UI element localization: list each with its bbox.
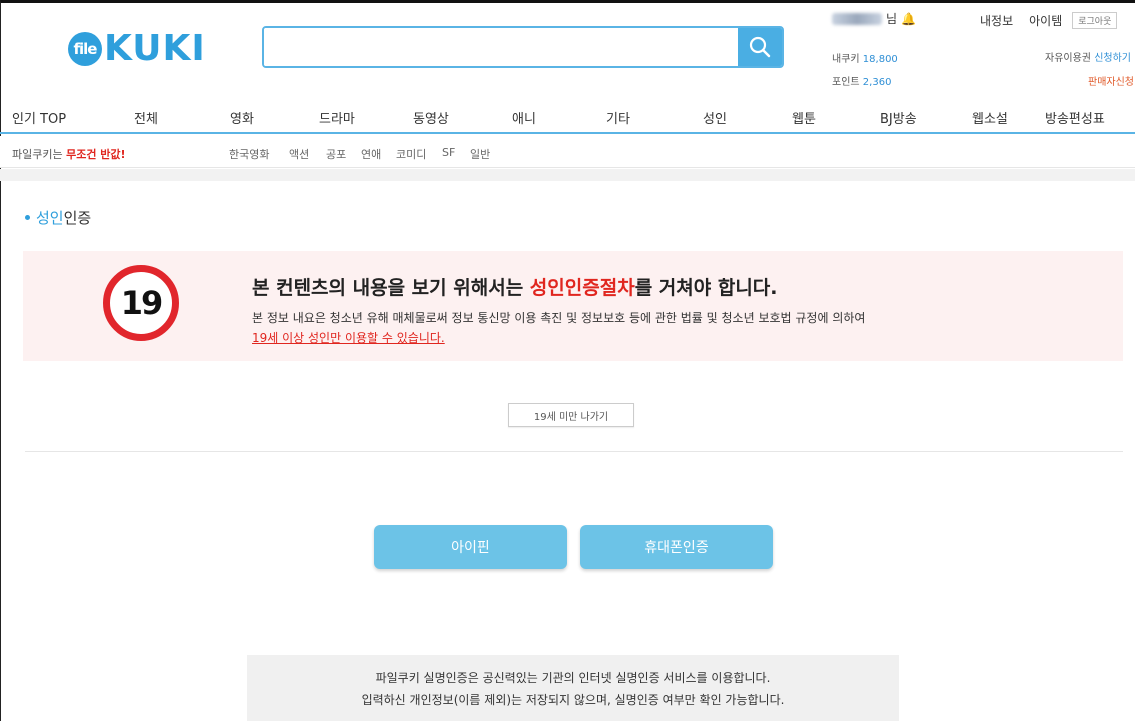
promo-text: 파일쿠키는 무조건 반값!	[12, 146, 126, 162]
nav-webtoon[interactable]: 웹툰	[792, 108, 816, 127]
search-input[interactable]	[264, 28, 738, 66]
logout-button[interactable]: 로그아웃	[1072, 12, 1118, 29]
top-links: 내정보 아이템 로그아웃	[980, 12, 1118, 29]
genre-romance[interactable]: 연애	[361, 146, 381, 162]
phone-auth-button[interactable]: 휴대폰인증	[580, 525, 773, 569]
nav-webnovel[interactable]: 웹소설	[972, 108, 1008, 127]
nav-video[interactable]: 동영상	[413, 108, 449, 127]
user-suffix: 님	[886, 12, 898, 26]
free-pass-apply: 신청하기	[1094, 53, 1131, 64]
search-button[interactable]	[738, 28, 782, 66]
divider	[25, 451, 1123, 452]
bell-icon[interactable]: 🔔	[901, 12, 916, 26]
notice-age-warning: 19세 이상 성인만 이용할 수 있습니다.	[252, 331, 445, 345]
blurred-username	[832, 12, 882, 25]
age-19-icon: 19	[103, 265, 179, 341]
site-logo[interactable]: file KUKI	[68, 28, 206, 69]
adult-notice: 19 본 컨텐츠의 내용을 보기 위해서는 성인인증절차를 거쳐야 합니다. 본…	[23, 251, 1123, 361]
promo-highlight: 무조건 반값!	[66, 148, 126, 161]
logo-text: KUKI	[104, 28, 206, 69]
nav-etc[interactable]: 기타	[606, 108, 630, 127]
info-line-2: 입력하신 개인정보(이름 제외)는 저장되지 않으며, 실명인증 여부만 확인 …	[361, 693, 785, 707]
kuki-value: 18,800	[862, 54, 898, 65]
bullet-icon	[25, 215, 30, 220]
main-nav: 인기 TOP 전체 영화 드라마 동영상 애니 기타 성인 웹툰 BJ방송 웹소…	[0, 104, 1135, 134]
point-label: 포인트	[832, 77, 860, 88]
seller-apply-link[interactable]: 판매자신청	[1088, 73, 1134, 88]
item-link[interactable]: 아이템	[1029, 12, 1062, 29]
ipin-auth-button[interactable]: 아이핀	[374, 525, 567, 569]
section-title-accent: 성인	[36, 209, 64, 227]
genre-horror[interactable]: 공포	[326, 146, 346, 162]
nav-bj[interactable]: BJ방송	[880, 108, 917, 127]
promo-prefix: 파일쿠키는	[12, 148, 67, 161]
sub-bar: 파일쿠키는 무조건 반값! 한국영화 액션 공포 연애 코미디 SF 일반	[0, 136, 1135, 168]
notice-title: 본 컨텐츠의 내용을 보기 위해서는 성인인증절차를 거쳐야 합니다.	[252, 273, 778, 300]
user-greeting: 님 🔔	[832, 10, 916, 27]
genre-korean-movie[interactable]: 한국영화	[229, 146, 269, 162]
nav-anime[interactable]: 애니	[512, 108, 536, 127]
nav-drama[interactable]: 드라마	[319, 108, 355, 127]
notice-title-red: 성인인증절차	[529, 277, 635, 299]
auth-info-box: 파일쿠키 실명인증은 공신력있는 기관의 인터넷 실명인증 서비스를 이용합니다…	[247, 655, 899, 721]
divider-strip	[0, 169, 1135, 181]
notice-description: 본 정보 내요은 청소년 유해 매체물로써 정보 통신망 이용 촉진 및 정보보…	[252, 311, 866, 325]
myinfo-link[interactable]: 내정보	[980, 12, 1013, 29]
section-title-rest: 인증	[63, 209, 92, 227]
point-value: 2,360	[862, 77, 892, 88]
notice-title-post: 를 거쳐야 합니다.	[634, 277, 778, 299]
nav-schedule[interactable]: 방송편성표	[1045, 108, 1105, 127]
info-line-1: 파일쿠키 실명인증은 공신력있는 기관의 인터넷 실명인증 서비스를 이용합니다…	[375, 671, 771, 685]
nav-adult[interactable]: 성인	[703, 108, 727, 127]
genre-comedy[interactable]: 코미디	[396, 146, 426, 162]
point-balance[interactable]: 포인트 2,360	[832, 73, 891, 88]
nav-popular-top[interactable]: 인기 TOP	[12, 108, 66, 127]
notice-title-pre: 본 컨텐츠의 내용을 보기 위해서는	[252, 277, 530, 299]
search-box	[262, 26, 784, 68]
nav-all[interactable]: 전체	[134, 108, 158, 127]
kuki-balance[interactable]: 내쿠키 18,800	[832, 50, 898, 65]
exit-under-19-button[interactable]: 19세 미만 나가기	[508, 403, 634, 427]
free-pass-link[interactable]: 자유이용권 신청하기	[1045, 49, 1131, 64]
free-pass-label: 자유이용권	[1045, 53, 1091, 64]
section-title: 성인인증	[25, 207, 91, 228]
genre-general[interactable]: 일반	[470, 146, 490, 162]
genre-action[interactable]: 액션	[289, 146, 309, 162]
genre-sf[interactable]: SF	[442, 146, 455, 159]
search-icon	[749, 36, 771, 58]
logo-badge: file	[68, 31, 102, 66]
nav-movie[interactable]: 영화	[230, 108, 254, 127]
kuki-label: 내쿠키	[832, 54, 860, 65]
